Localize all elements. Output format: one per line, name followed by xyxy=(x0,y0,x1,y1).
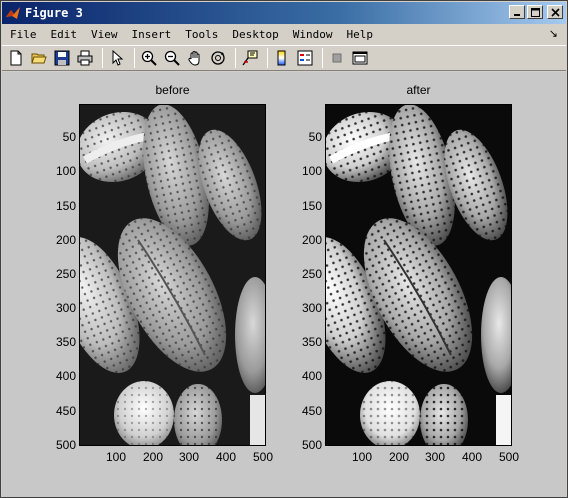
ytick-label: 200 xyxy=(301,233,322,247)
save-icon xyxy=(54,50,70,66)
toolbar-separator xyxy=(235,48,236,68)
pointer-icon xyxy=(112,50,124,66)
ytick-label: 200 xyxy=(55,233,76,247)
menu-desktop[interactable]: Desktop xyxy=(224,28,284,41)
figure-window: Figure 3 File Edit View Insert Tools Des… xyxy=(0,0,568,498)
legend-icon xyxy=(297,50,313,66)
show-plot-tools-button[interactable] xyxy=(350,48,370,68)
ytick-label: 250 xyxy=(301,267,322,281)
zoom-out-icon xyxy=(164,50,180,66)
hide-plot-tools-button[interactable] xyxy=(327,48,347,68)
xtick-label: 100 xyxy=(105,450,127,464)
ytick-label: 50 xyxy=(62,130,76,144)
xtick-label: 400 xyxy=(215,450,237,464)
ytick-label: 250 xyxy=(55,267,76,281)
ytick-label: 150 xyxy=(55,199,76,213)
pointer-button[interactable] xyxy=(107,48,127,68)
new-figure-button[interactable] xyxy=(6,48,26,68)
xtick-label: 400 xyxy=(461,450,483,464)
open-file-button[interactable] xyxy=(29,48,49,68)
title-bar[interactable]: Figure 3 xyxy=(2,2,566,24)
pan-button[interactable] xyxy=(185,48,205,68)
axes-title-after: after xyxy=(406,83,431,97)
save-button[interactable] xyxy=(52,48,72,68)
ytick-label: 450 xyxy=(55,404,76,418)
toolbar-separator xyxy=(134,48,135,68)
window-title: Figure 3 xyxy=(25,6,83,20)
data-cursor-button[interactable] xyxy=(240,48,260,68)
ytick-label: 350 xyxy=(301,335,322,349)
maximize-icon xyxy=(530,7,540,17)
ytick-label: 150 xyxy=(301,199,322,213)
colorbar-icon xyxy=(277,50,286,66)
minimize-button[interactable] xyxy=(509,5,525,19)
ytick-label: 500 xyxy=(55,438,76,452)
xtick-label: 100 xyxy=(351,450,373,464)
ytick-label: 300 xyxy=(301,301,322,315)
print-button[interactable] xyxy=(75,48,95,68)
close-button[interactable] xyxy=(547,5,563,19)
menu-file[interactable]: File xyxy=(2,28,43,41)
toolbar-separator xyxy=(267,48,268,68)
figure-canvas: before 50 100 150 200 250 300 350 400 45… xyxy=(2,72,566,497)
ytick-label: 50 xyxy=(308,130,322,144)
image-before xyxy=(79,104,266,446)
menu-window[interactable]: Window xyxy=(285,28,339,41)
rotate-3d-icon xyxy=(211,51,225,65)
data-cursor-icon xyxy=(242,50,258,66)
matlab-logo-icon xyxy=(6,7,20,19)
hide-plot-tools-icon xyxy=(332,53,342,63)
axes-title-before: before xyxy=(155,83,190,97)
ytick-label: 400 xyxy=(301,369,322,383)
maximize-button[interactable] xyxy=(527,5,543,19)
xtick-label: 300 xyxy=(424,450,446,464)
legend-button[interactable] xyxy=(295,48,315,68)
xtick-label: 200 xyxy=(142,450,164,464)
colorbar-button[interactable] xyxy=(272,48,292,68)
zoom-in-button[interactable] xyxy=(139,48,159,68)
figure-toolbar xyxy=(2,45,566,71)
image-after xyxy=(325,104,512,446)
ytick-label: 300 xyxy=(55,301,76,315)
ytick-label: 100 xyxy=(55,164,76,178)
ytick-label: 500 xyxy=(301,438,322,452)
print-icon xyxy=(77,50,93,66)
show-plot-tools-icon xyxy=(352,51,368,65)
menu-tools[interactable]: Tools xyxy=(177,28,224,41)
ytick-label: 400 xyxy=(55,369,76,383)
menu-bar: File Edit View Insert Tools Desktop Wind… xyxy=(2,25,566,44)
new-figure-icon xyxy=(10,50,22,66)
minimize-icon xyxy=(514,14,520,16)
ytick-label: 350 xyxy=(55,335,76,349)
ytick-label: 100 xyxy=(301,164,322,178)
pan-hand-icon xyxy=(188,51,200,66)
xtick-label: 200 xyxy=(388,450,410,464)
dock-arrow-icon[interactable]: ↘ xyxy=(549,27,558,40)
pollen-image-before xyxy=(80,105,265,445)
rotate-3d-button[interactable] xyxy=(208,48,228,68)
menu-edit[interactable]: Edit xyxy=(43,28,84,41)
xtick-label: 500 xyxy=(498,450,520,464)
toolbar-separator xyxy=(102,48,103,68)
menu-help[interactable]: Help xyxy=(338,28,379,41)
open-file-icon xyxy=(31,53,47,64)
xtick-label: 500 xyxy=(252,450,274,464)
window-controls xyxy=(509,5,563,19)
ytick-label: 450 xyxy=(301,404,322,418)
menu-view[interactable]: View xyxy=(83,28,124,41)
zoom-in-icon xyxy=(141,50,157,66)
xtick-label: 300 xyxy=(178,450,200,464)
toolbar-separator xyxy=(322,48,323,68)
close-icon xyxy=(550,7,560,17)
pollen-image-after xyxy=(326,105,511,445)
menu-insert[interactable]: Insert xyxy=(124,28,178,41)
zoom-out-button[interactable] xyxy=(162,48,182,68)
